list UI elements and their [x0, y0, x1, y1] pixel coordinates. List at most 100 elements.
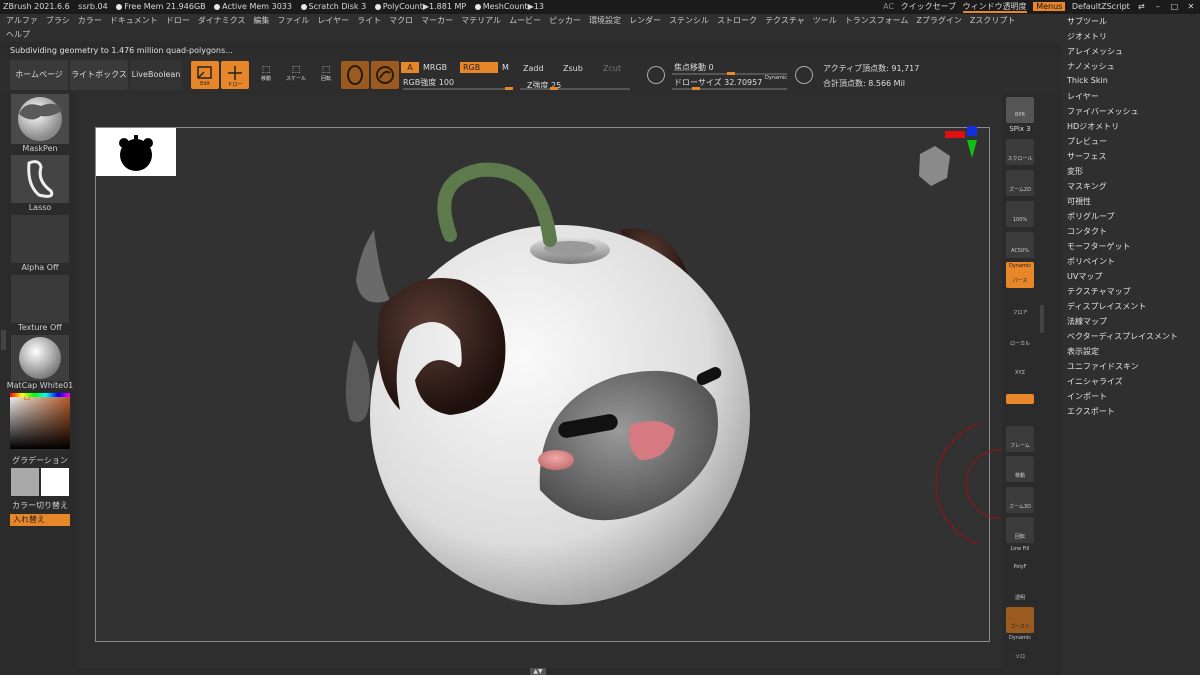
- default-zscript-button[interactable]: DefaultZScript: [1072, 2, 1130, 11]
- menu-item[interactable]: アルファ: [6, 16, 38, 25]
- m-toggle[interactable]: M: [502, 63, 509, 72]
- tool-menu-item[interactable]: 法線マップ: [1067, 316, 1107, 327]
- menu-item[interactable]: ステンシル: [669, 16, 709, 25]
- dynamic-label[interactable]: Dynamic: [765, 75, 787, 81]
- move-view-button[interactable]: 移動: [1006, 456, 1034, 482]
- y-axis-icon[interactable]: [967, 140, 977, 158]
- frame-button[interactable]: フレーム: [1006, 426, 1034, 452]
- menu-item[interactable]: ライト: [357, 16, 381, 25]
- scroll-button[interactable]: スクロール: [1006, 139, 1034, 165]
- spix-label[interactable]: SPix 3: [1002, 125, 1038, 133]
- tool-menu-item[interactable]: HDジオメトリ: [1067, 121, 1119, 132]
- menu-item[interactable]: マクロ: [389, 16, 413, 25]
- texture-selector[interactable]: [11, 275, 69, 323]
- tool-menu-item[interactable]: ユニファイドスキン: [1067, 361, 1139, 372]
- draw-button[interactable]: ドロー: [221, 61, 249, 89]
- zoom3d-button[interactable]: ズーム3D: [1006, 487, 1034, 513]
- x-axis-icon[interactable]: [945, 131, 965, 138]
- quicksave-button[interactable]: クイックセーブ: [901, 2, 957, 11]
- navigation-gizmo[interactable]: [905, 126, 980, 196]
- z-axis-icon[interactable]: [967, 126, 977, 136]
- focal-shift-knob[interactable]: [727, 72, 735, 75]
- menu-item[interactable]: Zプラグイン: [916, 16, 961, 25]
- tool-menu-item[interactable]: エクスポート: [1067, 406, 1115, 417]
- tool-menu-item[interactable]: ファイバーメッシュ: [1067, 106, 1139, 117]
- tool-menu-item[interactable]: 表示設定: [1067, 346, 1099, 357]
- sculpt-mode-button[interactable]: [341, 61, 369, 89]
- minimize-icon[interactable]: –: [1153, 0, 1163, 14]
- z-intensity-knob[interactable]: [550, 87, 558, 90]
- menu-item[interactable]: レンダー: [629, 16, 661, 25]
- tool-menu-item[interactable]: UVマップ: [1067, 271, 1102, 282]
- homepage-button[interactable]: ホームページ: [10, 60, 68, 90]
- perspective-button[interactable]: Dynamic パース: [1006, 262, 1034, 288]
- move-button[interactable]: ⬚ 移動: [253, 61, 279, 89]
- swap-color-button[interactable]: 入れ替え: [10, 514, 70, 526]
- edit-button[interactable]: Edit: [191, 61, 219, 89]
- rgb-intensity-knob[interactable]: [505, 87, 513, 90]
- maximize-icon[interactable]: □: [1169, 0, 1179, 14]
- z-intensity-slider[interactable]: [520, 87, 630, 90]
- orientation-head-icon[interactable]: [919, 146, 950, 186]
- tool-menu-item[interactable]: ディスプレイスメント: [1067, 301, 1146, 312]
- linefill-button[interactable]: Line Fill PolyF: [1006, 546, 1034, 572]
- menu-item[interactable]: 環境設定: [589, 16, 621, 25]
- solo-button[interactable]: Dynamic ソロ: [1006, 635, 1034, 661]
- d-icon[interactable]: [795, 66, 813, 84]
- menu-item[interactable]: 編集: [253, 16, 269, 25]
- menu-item[interactable]: ドロー: [166, 16, 190, 25]
- navigator-thumbnail[interactable]: [96, 128, 176, 176]
- tool-menu-item[interactable]: ポリグループ: [1067, 211, 1115, 222]
- tool-menu-item[interactable]: マスキング: [1067, 181, 1107, 192]
- transparency-button[interactable]: 透明: [1006, 578, 1034, 604]
- bottom-panel-toggle[interactable]: ▲▼: [530, 668, 546, 675]
- local-button[interactable]: ローカル: [1006, 326, 1034, 352]
- xyz-button[interactable]: XYZ: [1006, 356, 1034, 382]
- menu-item[interactable]: Zスクリプト: [970, 16, 1015, 25]
- zoom2d-button[interactable]: ズーム2D: [1006, 170, 1034, 196]
- tool-menu-item[interactable]: コンタクト: [1067, 226, 1107, 237]
- tool-menu-item[interactable]: ジオメトリ: [1067, 31, 1107, 42]
- tool-menu-item[interactable]: サブツール: [1067, 16, 1107, 27]
- tool-menu-item[interactable]: ナノメッシュ: [1067, 61, 1115, 72]
- ac50-button[interactable]: AC50%: [1006, 232, 1034, 258]
- menu-item[interactable]: ヘルプ: [6, 30, 30, 39]
- secondary-color-swatch[interactable]: [11, 468, 39, 496]
- right-panel-collapse-handle[interactable]: [1040, 305, 1044, 333]
- tool-menu-item[interactable]: イニシャライズ: [1067, 376, 1123, 387]
- tool-menu-item[interactable]: プレビュー: [1067, 136, 1107, 147]
- bpr-button[interactable]: BPR: [1006, 97, 1034, 123]
- menu-item[interactable]: ツール: [813, 16, 837, 25]
- zadd-toggle[interactable]: Zadd: [523, 64, 544, 73]
- menu-item[interactable]: トランスフォーム: [845, 16, 909, 25]
- color-picker[interactable]: [10, 393, 70, 449]
- tool-menu-item[interactable]: ポリペイント: [1067, 256, 1115, 267]
- window-transparency-slider[interactable]: ウィンドウ透明度: [962, 2, 1027, 13]
- rgb-intensity-slider[interactable]: [403, 87, 513, 90]
- tool-menu-item[interactable]: レイヤー: [1067, 91, 1099, 102]
- stroke-selector[interactable]: [11, 155, 69, 203]
- menu-item[interactable]: ピッカー: [549, 16, 581, 25]
- menus-toggle[interactable]: Menus: [1033, 2, 1066, 11]
- s-icon[interactable]: [647, 66, 665, 84]
- menu-item[interactable]: テクスチャ: [765, 16, 805, 25]
- liveboolean-button[interactable]: LiveBoolean: [130, 60, 182, 90]
- menu-item[interactable]: ブラシ: [46, 16, 70, 25]
- primary-color-swatch[interactable]: [41, 468, 69, 496]
- menu-item[interactable]: ムービー: [509, 16, 541, 25]
- a-toggle[interactable]: A: [401, 62, 419, 73]
- tool-menu-item[interactable]: インポート: [1067, 391, 1107, 402]
- hue-strip[interactable]: [10, 393, 70, 397]
- draw-size-knob[interactable]: [692, 87, 700, 90]
- close-icon[interactable]: ✕: [1186, 0, 1196, 14]
- swap-icon[interactable]: ⇄: [1136, 0, 1146, 14]
- rgb-toggle[interactable]: RGB: [460, 62, 498, 73]
- menu-item[interactable]: ファイル: [277, 16, 309, 25]
- menu-item[interactable]: マテリアル: [461, 16, 501, 25]
- tool-menu-item[interactable]: 可視性: [1067, 196, 1091, 207]
- tool-menu-item[interactable]: アレイメッシュ: [1067, 46, 1123, 57]
- menu-item[interactable]: マーカー: [421, 16, 453, 25]
- floor-button[interactable]: フロア: [1006, 295, 1034, 321]
- lightbox-button[interactable]: ライトボックス: [70, 60, 128, 90]
- ac-label[interactable]: AC: [883, 2, 894, 11]
